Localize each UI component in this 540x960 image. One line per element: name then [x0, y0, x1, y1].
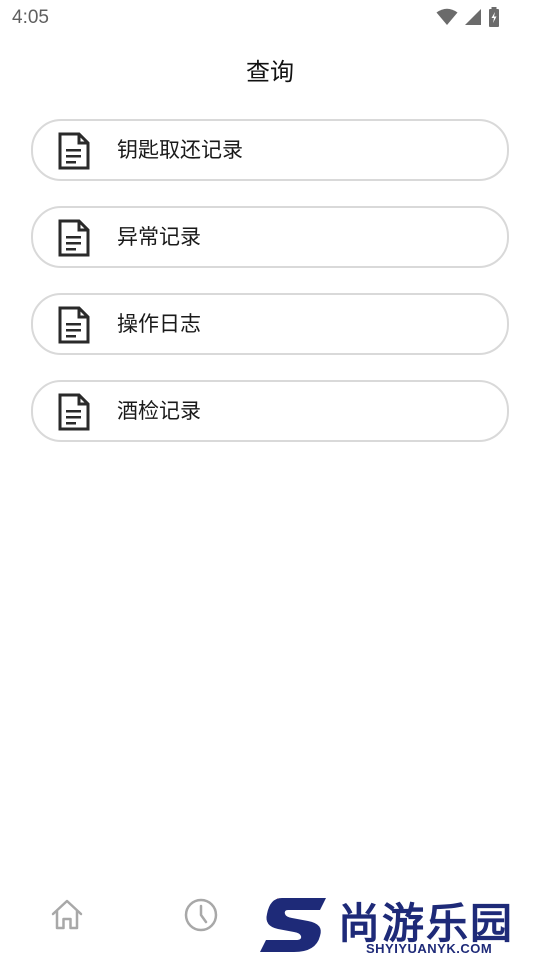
page-title: 查询: [246, 58, 294, 86]
menu-item-label: 异常记录: [117, 225, 201, 249]
document-icon: [58, 306, 90, 344]
wifi-icon: [436, 8, 458, 26]
watermark: 尚游乐园 SHYIYUANYK.COM: [258, 890, 540, 960]
clock-icon[interactable]: [183, 897, 219, 937]
query-menu-list: 钥匙取还记录 异常记录 操作日志 酒检记录: [31, 119, 509, 467]
menu-item-alcohol-test-records[interactable]: 酒检记录: [31, 380, 509, 442]
cell-signal-icon: [464, 8, 482, 26]
menu-item-label: 钥匙取还记录: [117, 138, 243, 162]
watermark-url: SHYIYUANYK.COM: [366, 941, 493, 956]
status-time: 4:05: [12, 7, 49, 28]
watermark-logo-icon: [258, 894, 330, 960]
menu-item-operation-log[interactable]: 操作日志: [31, 293, 509, 355]
document-icon: [58, 132, 90, 170]
battery-charging-icon: [488, 7, 500, 27]
menu-item-key-records[interactable]: 钥匙取还记录: [31, 119, 509, 181]
menu-item-label: 操作日志: [117, 312, 201, 336]
menu-item-exception-records[interactable]: 异常记录: [31, 206, 509, 268]
status-icons: [436, 7, 500, 27]
status-bar: 4:05: [0, 0, 540, 36]
menu-item-label: 酒检记录: [117, 399, 201, 423]
document-icon: [58, 219, 90, 257]
document-icon: [58, 393, 90, 431]
home-icon[interactable]: [49, 897, 85, 937]
